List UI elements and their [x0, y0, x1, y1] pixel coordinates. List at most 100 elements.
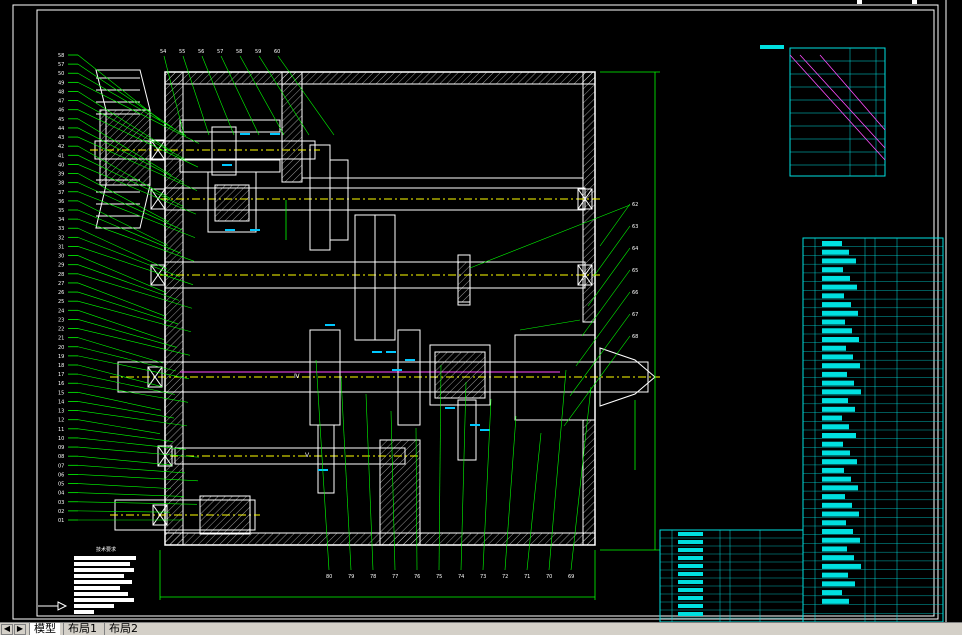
left-leader-line	[77, 483, 172, 489]
bom-name-cell-32	[822, 520, 846, 526]
left-part-number-24: 24	[58, 308, 64, 314]
right-leader-line	[599, 203, 631, 247]
bom-name-cell-37	[822, 563, 861, 569]
bom-name-cell-36	[822, 555, 854, 561]
bom-name-cell-6	[822, 293, 844, 299]
top-leader-line	[201, 55, 235, 136]
housing-partition	[281, 71, 303, 183]
bottom-leader-line	[504, 415, 517, 571]
bom-name-cell-40	[822, 590, 842, 596]
left-part-number-20: 20	[58, 345, 64, 351]
right-leader-line	[563, 335, 631, 427]
tab-model[interactable]: 模型	[29, 623, 60, 635]
left-part-number-19: 19	[58, 354, 64, 360]
left-leader-line	[77, 319, 178, 348]
leader-right-b	[519, 319, 581, 331]
tech-req-line-5	[74, 586, 120, 590]
left-part-number-25: 25	[58, 299, 64, 305]
left-part-number-01: 01	[58, 518, 64, 524]
right-part-number-67: 67	[632, 312, 638, 318]
leader-right-a	[469, 204, 631, 269]
bottom-part-number-74: 74	[458, 574, 464, 580]
left-part-number-32: 32	[58, 235, 64, 241]
left-leader-line	[77, 510, 171, 513]
left-part-number-38: 38	[58, 181, 64, 187]
tab-layout1[interactable]: 布局1	[63, 623, 101, 635]
left-part-number-47: 47	[58, 99, 64, 105]
bom-name-cell-10	[822, 328, 852, 334]
left-part-number-44: 44	[58, 126, 64, 132]
bom-name-cell-5	[822, 284, 857, 290]
top-part-number-57: 57	[217, 49, 223, 55]
left-part-number-34: 34	[58, 217, 64, 223]
left-part-number-06: 06	[58, 472, 64, 478]
bom-name-cell-39	[822, 581, 855, 587]
left-part-number-58: 58	[58, 53, 64, 59]
cad-drawing-viewport[interactable]: Ⅳ Ⅴ 58 57 50 49 48 47 46 45 44 43 42 41 40 39 38 37 36 35 34…	[0, 0, 962, 622]
gear-table-diag-2	[799, 54, 886, 149]
left-part-number-40: 40	[58, 162, 64, 168]
gear-3a	[354, 214, 376, 341]
top-part-number-60: 60	[274, 49, 280, 55]
bom-name-cell-14	[822, 363, 860, 369]
gear-data-table	[789, 47, 886, 177]
bottom-part-number-79: 79	[348, 574, 354, 580]
bom-name-cell-17	[822, 389, 861, 395]
bottom-part-number-71: 71	[524, 574, 530, 580]
title-cell-1	[678, 540, 703, 544]
bom-name-cell-24	[822, 450, 850, 456]
tech-req-line-6	[74, 592, 128, 596]
left-leader-line	[77, 392, 162, 411]
left-part-number-29: 29	[58, 263, 64, 269]
left-part-number-42: 42	[58, 144, 64, 150]
tab-layout2[interactable]: 布局2	[104, 623, 142, 635]
bom-name-cell-1	[822, 249, 849, 255]
left-part-number-09: 09	[58, 445, 64, 451]
left-part-number-30: 30	[58, 254, 64, 260]
left-part-number-14: 14	[58, 399, 64, 405]
bom-name-cell-33	[822, 529, 853, 534]
left-leader-line	[77, 291, 179, 325]
left-part-number-48: 48	[58, 89, 64, 95]
bottom-part-number-80: 80	[326, 574, 332, 580]
left-part-number-27: 27	[58, 281, 64, 287]
right-part-number-62: 62	[632, 202, 638, 208]
right-part-number-65: 65	[632, 268, 638, 274]
bom-name-cell-31	[822, 511, 859, 517]
bom-name-cell-3	[822, 267, 843, 273]
tech-req-title: 技术要求	[96, 546, 116, 553]
left-part-number-45: 45	[58, 117, 64, 123]
left-part-number-35: 35	[58, 208, 64, 214]
bom-name-cell-12	[822, 345, 846, 351]
left-part-number-17: 17	[58, 372, 64, 378]
top-leader-line	[239, 55, 285, 136]
left-part-number-02: 02	[58, 509, 64, 515]
right-part-number-66: 66	[632, 290, 638, 296]
title-cell-6	[678, 580, 703, 584]
title-cell-8	[678, 596, 703, 600]
tab-last-arrow-icon[interactable]: ▶	[14, 623, 26, 635]
tech-req-line-0	[74, 556, 136, 560]
left-part-number-46: 46	[58, 108, 64, 114]
bom-name-cell-35	[822, 546, 847, 552]
left-part-number-18: 18	[58, 363, 64, 369]
right-part-number-64: 64	[632, 246, 638, 252]
left-part-number-21: 21	[58, 336, 64, 342]
gear-table-diag-1	[789, 54, 886, 161]
bottom-part-number-73: 73	[480, 574, 486, 580]
bom-name-cell-29	[822, 494, 845, 500]
top-part-number-55: 55	[179, 49, 185, 55]
bom-name-cell-13	[822, 354, 853, 360]
assembly-drawing: ⅣⅤ58575049484746454443424140393837363534…	[12, 0, 947, 622]
tab-first-arrow-icon[interactable]: ◀	[1, 623, 13, 635]
left-part-number-03: 03	[58, 500, 64, 506]
left-part-number-15: 15	[58, 390, 64, 396]
bottom-part-number-72: 72	[502, 574, 508, 580]
bom-name-cell-15	[822, 371, 847, 377]
title-cell-2	[678, 548, 703, 552]
left-part-number-16: 16	[58, 381, 64, 387]
title-cell-5	[678, 572, 703, 576]
bom-name-cell-11	[822, 337, 859, 342]
shaft-6-gear-hatch	[199, 495, 251, 535]
tech-req-line-3	[74, 574, 124, 578]
